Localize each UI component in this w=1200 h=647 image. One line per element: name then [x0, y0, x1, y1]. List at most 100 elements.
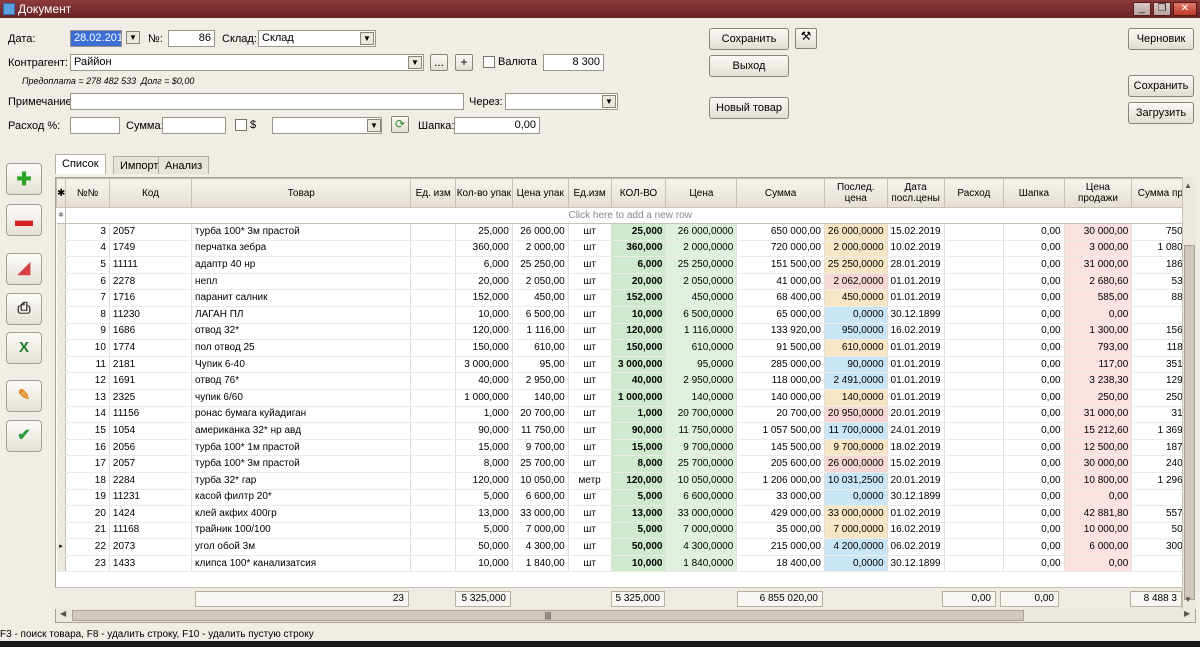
cell-11[interactable]: 16.02.2019 [887, 323, 945, 341]
cell-10[interactable]: 4 200,0000 [824, 538, 888, 556]
cell-0[interactable]: 4 [65, 240, 110, 258]
cell-12[interactable] [944, 273, 1005, 291]
cell-3[interactable] [410, 522, 456, 540]
cell-9[interactable]: 35 000,00 [736, 522, 825, 540]
cell-2[interactable]: турба 100* 3м прастой [191, 455, 412, 473]
cell-2[interactable]: трайник 100/100 [191, 522, 412, 540]
cell-2[interactable]: адаптр 40 нр [191, 256, 412, 274]
cell-10[interactable]: 2 000,0000 [824, 240, 888, 258]
cell-8[interactable]: 2 950,0000 [665, 372, 738, 390]
cell-13[interactable]: 0,00 [1003, 505, 1065, 523]
cell-3[interactable] [410, 323, 456, 341]
cell-0[interactable]: 5 [65, 256, 110, 274]
row-indicator[interactable] [56, 372, 67, 390]
cell-11[interactable]: 20.01.2019 [887, 406, 945, 424]
table-row[interactable]: 23 1433 клипса 100* канализатсия 10,000 1 84… [56, 555, 1195, 573]
cell-12[interactable] [944, 306, 1005, 324]
cell-3[interactable] [410, 422, 456, 440]
table-row[interactable]: 7 1716 паранит салник 152,000 450,00 шт 152,00… [56, 289, 1195, 307]
cell-10[interactable]: 90,0000 [824, 356, 888, 374]
cell-6[interactable]: шт [568, 273, 612, 291]
add-new-row[interactable]: Click here to add a new row [65, 207, 1195, 224]
tools-icon[interactable]: ⚒ [795, 28, 817, 49]
cell-12[interactable] [944, 223, 1005, 241]
row-indicator[interactable]: ▸ [56, 538, 67, 556]
cell-9[interactable]: 140 000,00 [736, 389, 825, 407]
cell-8[interactable]: 6 600,0000 [665, 489, 738, 507]
cell-3[interactable] [410, 223, 456, 241]
table-row[interactable]: 18 2284 турба 32* гар 120,000 10 050,00 метр 1… [56, 472, 1195, 490]
cell-14[interactable]: 42 881,80 [1064, 505, 1133, 523]
cell-8[interactable]: 9 700,0000 [665, 439, 738, 457]
cell-9[interactable]: 1 206 000,00 [736, 472, 825, 490]
cell-13[interactable]: 0,00 [1003, 223, 1065, 241]
cell-0[interactable]: 20 [65, 505, 110, 523]
cell-13[interactable]: 0,00 [1003, 422, 1065, 440]
cell-3[interactable] [410, 240, 456, 258]
cell-10[interactable]: 450,0000 [824, 289, 888, 307]
cell-0[interactable]: 22 [65, 538, 110, 556]
cell-11[interactable]: 28.01.2019 [887, 256, 945, 274]
cell-9[interactable]: 68 400,00 [736, 289, 825, 307]
cell-10[interactable]: 26 000,0000 [824, 223, 888, 241]
contractor-select[interactable]: Раййон [70, 54, 424, 71]
cell-7[interactable]: 8,000 [611, 455, 667, 473]
cell-14[interactable]: 6 000,00 [1064, 538, 1133, 556]
cell-10[interactable]: 20 950,0000 [824, 406, 888, 424]
scroll-up-icon[interactable]: ▲ [1184, 181, 1192, 190]
cell-9[interactable]: 41 000,00 [736, 273, 825, 291]
table-row[interactable]: 14 11156 ронас бумага куйадиган 1,000 20 700… [56, 406, 1195, 424]
cell-7[interactable]: 40,000 [611, 372, 667, 390]
cell-8[interactable]: 25 700,0000 [665, 455, 738, 473]
cell-4[interactable]: 10,000 [455, 306, 513, 324]
cell-10[interactable]: 11 700,0000 [824, 422, 888, 440]
via-dropdown[interactable]: ▼ [602, 95, 616, 108]
cell-2[interactable]: ЛАГАН ПЛ [191, 306, 412, 324]
cell-7[interactable]: 10,000 [611, 306, 667, 324]
cell-9[interactable]: 205 600,00 [736, 455, 825, 473]
cell-9[interactable]: 285 000,00 [736, 356, 825, 374]
header-col-3[interactable]: Ед. изм [410, 178, 456, 208]
cell-4[interactable]: 6,000 [455, 256, 513, 274]
cell-14[interactable]: 3 238,30 [1064, 372, 1133, 390]
date-field[interactable]: 28.02.2019 [70, 30, 122, 47]
cell-5[interactable]: 2 950,00 [512, 372, 569, 390]
cell-5[interactable]: 1 840,00 [512, 555, 569, 573]
scroll-right-icon[interactable]: ▶ [1184, 609, 1190, 618]
cell-9[interactable]: 720 000,00 [736, 240, 825, 258]
cell-1[interactable]: 1716 [109, 289, 193, 307]
cell-10[interactable]: 0,0000 [824, 306, 888, 324]
cell-12[interactable] [944, 356, 1005, 374]
cell-4[interactable]: 150,000 [455, 339, 513, 357]
cell-14[interactable]: 30 000,00 [1064, 223, 1133, 241]
row-indicator[interactable] [56, 273, 67, 291]
cell-13[interactable]: 0,00 [1003, 489, 1065, 507]
contractor-add-button[interactable]: + [455, 54, 473, 71]
cell-8[interactable]: 26 000,0000 [665, 223, 738, 241]
cell-5[interactable]: 6 500,00 [512, 306, 569, 324]
cell-8[interactable]: 4 300,0000 [665, 538, 738, 556]
cell-7[interactable]: 50,000 [611, 538, 667, 556]
cell-9[interactable]: 1 057 500,00 [736, 422, 825, 440]
cell-4[interactable]: 20,000 [455, 273, 513, 291]
cell-3[interactable] [410, 339, 456, 357]
cell-1[interactable]: 2057 [109, 455, 193, 473]
cell-13[interactable]: 0,00 [1003, 439, 1065, 457]
cell-10[interactable]: 2 062,0000 [824, 273, 888, 291]
cell-12[interactable] [944, 406, 1005, 424]
header-col-4[interactable]: Кол-во упак [454, 178, 513, 208]
cell-9[interactable]: 65 000,00 [736, 306, 825, 324]
cell-10[interactable]: 10 031,2500 [824, 472, 888, 490]
cell-0[interactable]: 21 [65, 522, 110, 540]
cell-0[interactable]: 9 [65, 323, 110, 341]
cell-9[interactable]: 133 920,00 [736, 323, 825, 341]
cell-13[interactable]: 0,00 [1003, 406, 1065, 424]
cell-2[interactable]: отвод 32* [191, 323, 412, 341]
cell-9[interactable]: 20 700,00 [736, 406, 825, 424]
cell-7[interactable]: 6,000 [611, 256, 667, 274]
cell-0[interactable]: 12 [65, 372, 110, 390]
row-indicator[interactable] [56, 223, 67, 241]
row-indicator[interactable] [56, 505, 67, 523]
table-row[interactable]: 8 11230 ЛАГАН ПЛ 10,000 6 500,00 шт 10,000 6 50… [56, 306, 1195, 324]
row-indicator[interactable] [56, 406, 67, 424]
